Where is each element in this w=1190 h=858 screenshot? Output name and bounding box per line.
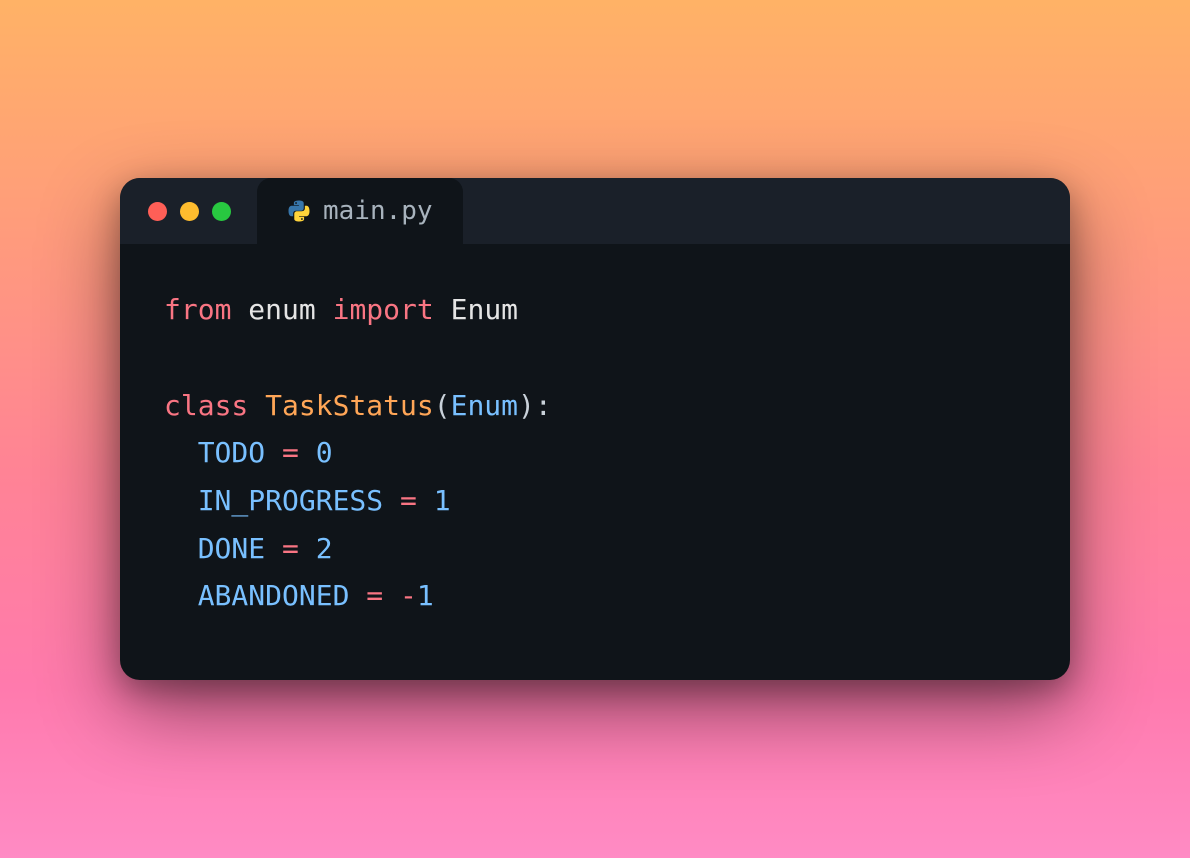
number-literal: 0	[316, 436, 333, 469]
assign-op: =	[349, 579, 400, 612]
enum-member: DONE	[198, 532, 265, 565]
assign-op: =	[265, 532, 316, 565]
code-line: ABANDONED = -1	[164, 572, 1026, 620]
keyword-import: import	[333, 293, 434, 326]
close-icon[interactable]	[148, 202, 167, 221]
code-line: DONE = 2	[164, 525, 1026, 573]
traffic-lights	[148, 202, 231, 221]
code-line: class TaskStatus(Enum):	[164, 382, 1026, 430]
titlebar: main.py	[120, 178, 1070, 244]
code-line: IN_PROGRESS = 1	[164, 477, 1026, 525]
colon: :	[535, 389, 552, 422]
minimize-icon[interactable]	[180, 202, 199, 221]
code-line: from enum import Enum	[164, 286, 1026, 334]
keyword-class: class	[164, 389, 248, 422]
module-name: enum	[248, 293, 315, 326]
keyword-from: from	[164, 293, 231, 326]
editor-window: main.py from enum import Enum class Task…	[120, 178, 1070, 680]
assign-op: =	[265, 436, 316, 469]
python-icon	[287, 199, 311, 223]
enum-member: IN_PROGRESS	[198, 484, 383, 517]
paren-open: (	[434, 389, 451, 422]
tab-filename: main.py	[323, 196, 433, 226]
maximize-icon[interactable]	[212, 202, 231, 221]
blank-line	[164, 334, 1026, 382]
unary-minus: -	[400, 579, 417, 612]
number-literal: 1	[417, 579, 434, 612]
paren-close: )	[518, 389, 535, 422]
enum-member: TODO	[198, 436, 265, 469]
code-editor[interactable]: from enum import Enum class TaskStatus(E…	[120, 244, 1070, 680]
number-literal: 1	[434, 484, 451, 517]
tab-main-py[interactable]: main.py	[257, 178, 463, 244]
class-name: TaskStatus	[265, 389, 434, 422]
number-literal: 2	[316, 532, 333, 565]
code-line: TODO = 0	[164, 429, 1026, 477]
assign-op: =	[383, 484, 434, 517]
import-name: Enum	[451, 293, 518, 326]
enum-member: ABANDONED	[198, 579, 350, 612]
base-class: Enum	[451, 389, 518, 422]
